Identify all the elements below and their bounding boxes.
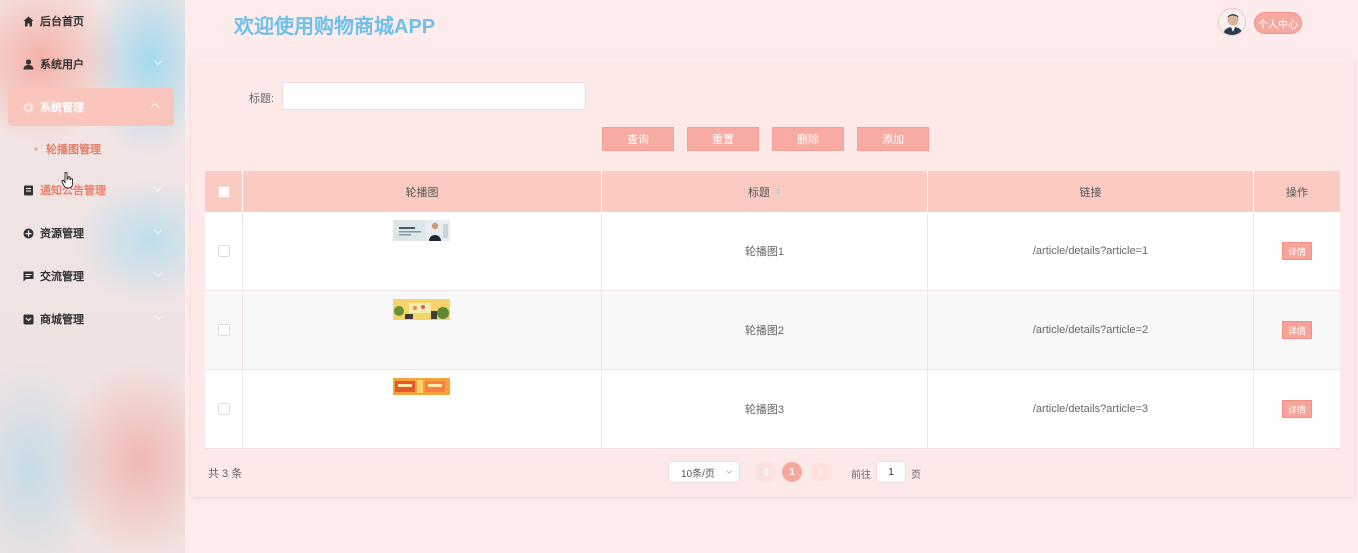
banner-image-cell: [243, 370, 602, 448]
notice-icon: [23, 185, 34, 196]
table-row: 轮播图2 /article/details?article=2 详情: [205, 291, 1340, 370]
goto-label: 前往: [851, 470, 871, 481]
banner-image-cell: [243, 212, 602, 290]
search-label: 标题:: [249, 93, 275, 105]
page-size-select[interactable]: 10条/页: [668, 461, 740, 483]
banner-image-cell: [243, 291, 602, 369]
sidebar-item-users[interactable]: 系统用户: [0, 45, 185, 83]
actions-cell: 详情: [1254, 370, 1340, 448]
sidebar-item-communication[interactable]: 交流管理: [0, 257, 185, 295]
link-cell: /article/details?article=1: [928, 212, 1254, 290]
detail-button[interactable]: 详情: [1282, 400, 1312, 418]
row-select-cell: [205, 370, 243, 448]
chevron-down-icon: [726, 468, 732, 474]
total-count: 共 3 条: [208, 468, 243, 480]
prev-page-button[interactable]: [756, 462, 776, 482]
sidebar-item-label: 资源管理: [40, 228, 84, 240]
goto-unit: 页: [911, 470, 921, 481]
row-checkbox[interactable]: [217, 245, 230, 257]
sidebar-item-notice[interactable]: 通知公告管理: [0, 171, 185, 209]
reset-button[interactable]: 重置: [687, 127, 759, 151]
chevron-left-icon: [763, 468, 769, 476]
sidebar-item-home[interactable]: 后台首页: [0, 2, 185, 40]
row-checkbox[interactable]: [217, 403, 230, 415]
link-cell: /article/details?article=3: [928, 370, 1254, 448]
delete-button[interactable]: 删除: [772, 127, 844, 151]
banner-thumbnail: [393, 378, 450, 395]
sidebar-item-label: 商城管理: [40, 314, 84, 326]
hand-cursor-icon: [61, 171, 75, 192]
sidebar-item-label: 系统用户: [40, 59, 84, 71]
title-cell: 轮播图1: [602, 212, 928, 290]
chevron-down-icon: [153, 268, 163, 278]
banner-thumbnail: [393, 220, 450, 241]
column-header-actions: 操作: [1286, 186, 1308, 199]
header-select-cell: [205, 171, 243, 212]
title-search-input[interactable]: [282, 82, 586, 110]
sidebar-item-system[interactable]: 系统管理: [8, 88, 174, 126]
profile-button[interactable]: 个人中心: [1254, 12, 1302, 34]
page-number-current[interactable]: 1: [782, 462, 802, 482]
title-cell: 轮播图2: [602, 291, 928, 369]
sidebar-item-label: 交流管理: [40, 271, 84, 283]
column-header-label: 标题: [748, 186, 770, 199]
table-header: 轮播图 标题 链接 操作: [205, 171, 1340, 212]
column-header-link: 链接: [928, 171, 1254, 212]
add-button[interactable]: 添加: [857, 127, 929, 151]
sidebar-item-label: 后台首页: [40, 16, 84, 28]
user-icon: [23, 58, 34, 70]
detail-button[interactable]: 详情: [1282, 242, 1312, 260]
settings-circle-icon: [23, 102, 34, 113]
row-select-cell: [205, 291, 243, 369]
chevron-down-icon: [153, 56, 163, 66]
chevron-down-icon: [153, 311, 163, 321]
select-all-checkbox[interactable]: [217, 185, 230, 198]
sidebar-subitem-label: 轮播图管理: [46, 144, 101, 156]
chevron-down-icon: [153, 182, 163, 192]
bullet-icon: [34, 147, 38, 151]
column-header-image: 轮播图: [243, 171, 602, 212]
actions-cell: 详情: [1254, 212, 1340, 290]
chevron-right-icon: [818, 468, 824, 476]
title-cell: 轮播图3: [602, 370, 928, 448]
table-row: 轮播图1 /article/details?article=1 详情: [205, 212, 1340, 291]
page-size-value: 10条/页: [681, 468, 715, 480]
app-title: 欢迎使用购物商城APP: [234, 16, 436, 38]
table-row: 轮播图3 /article/details?article=3 详情: [205, 370, 1340, 449]
sidebar-item-label: 系统管理: [40, 102, 84, 114]
chat-icon: [23, 271, 34, 282]
store-icon: [23, 314, 34, 325]
sidebar-item-resources[interactable]: 资源管理: [0, 214, 185, 252]
next-page-button[interactable]: [811, 462, 831, 482]
home-icon: [23, 16, 34, 27]
detail-button[interactable]: 详情: [1282, 321, 1312, 339]
plus-circle-icon: [23, 228, 34, 239]
sort-icon[interactable]: [775, 188, 781, 195]
actions-cell: 详情: [1254, 291, 1340, 369]
row-select-cell: [205, 212, 243, 290]
link-cell: /article/details?article=2: [928, 291, 1254, 369]
sidebar-subitem-banner[interactable]: 轮播图管理: [0, 130, 185, 168]
query-button[interactable]: 查询: [602, 127, 674, 151]
sidebar-item-store[interactable]: 商城管理: [0, 300, 185, 338]
chevron-down-icon: [153, 225, 163, 235]
sidebar: 后台首页 系统用户 系统管理 轮播图管理 通知公告管理 资源管理 交流管理 商城…: [0, 0, 185, 553]
column-header-title[interactable]: 标题: [602, 171, 928, 212]
banner-thumbnail: [393, 299, 450, 320]
chevron-up-icon: [150, 102, 160, 112]
avatar[interactable]: [1218, 8, 1246, 36]
row-checkbox[interactable]: [217, 324, 230, 336]
goto-page-input[interactable]: [876, 461, 906, 483]
